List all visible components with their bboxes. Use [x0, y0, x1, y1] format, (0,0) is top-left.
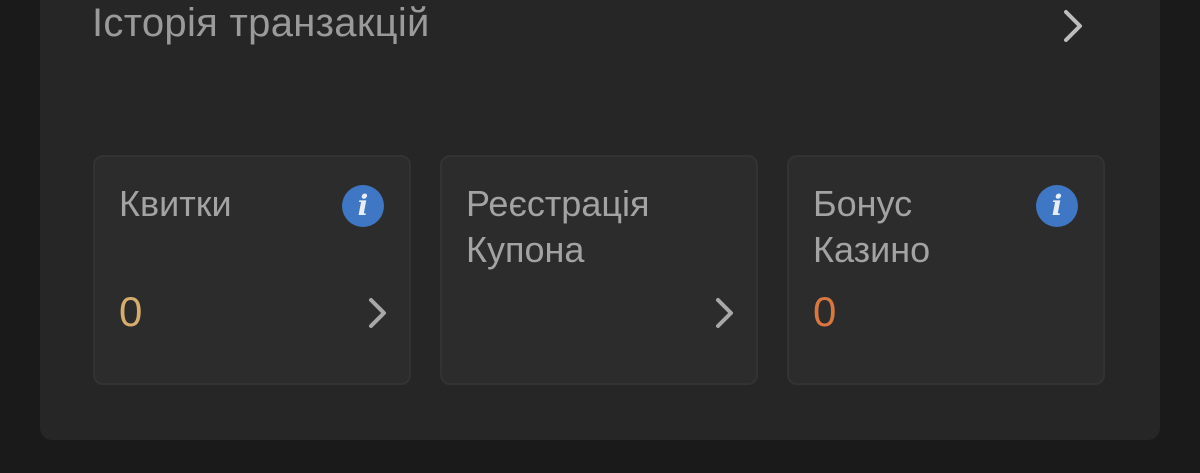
chevron-right-icon — [369, 298, 386, 328]
account-panel: Історія транзакцій Квитки i 0 Реєстрація… — [40, 0, 1160, 440]
casino-bonus-card-title: Бонус Казино — [813, 183, 931, 270]
chevron-right-icon — [716, 298, 733, 328]
info-icon[interactable]: i — [342, 185, 384, 227]
tickets-count: 0 — [119, 288, 143, 335]
tickets-card[interactable]: Квитки i 0 — [93, 155, 411, 385]
coupon-registration-card-title: Реєстрація Купона — [466, 183, 650, 270]
casino-bonus-amount: 0 — [813, 288, 837, 335]
transaction-history-link[interactable]: Історія транзакцій — [40, 0, 1160, 60]
casino-bonus-card[interactable]: Бонус Казино i 0 — [787, 155, 1105, 385]
transaction-history-title: Історія транзакцій — [92, 1, 430, 45]
tickets-card-title: Квитки — [119, 183, 232, 224]
coupon-registration-card[interactable]: Реєстрація Купона — [440, 155, 758, 385]
chevron-right-icon — [1064, 10, 1082, 42]
info-icon[interactable]: i — [1036, 185, 1078, 227]
